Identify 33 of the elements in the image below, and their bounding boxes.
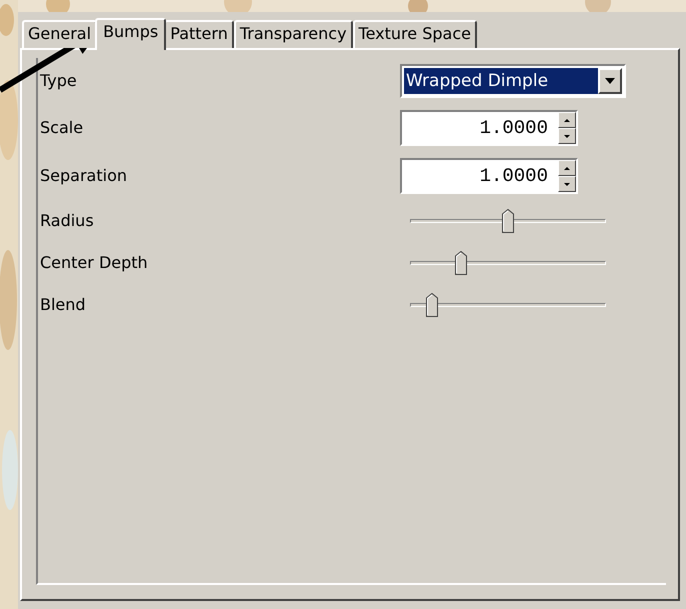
slider[interactable] <box>410 249 606 277</box>
dropdown-arrow-button[interactable] <box>598 68 622 94</box>
field-label: Separation <box>39 165 128 187</box>
slider-thumb[interactable] <box>502 209 514 233</box>
dropdown-value: Wrapped Dimple <box>404 68 598 94</box>
tab[interactable]: Transparency <box>234 20 353 48</box>
spin-down-button[interactable] <box>558 176 576 192</box>
tab[interactable]: Bumps <box>95 18 166 50</box>
slider-thumb[interactable] <box>454 251 467 275</box>
spinner-value: 1.0000 <box>478 116 549 141</box>
up-arrow-icon <box>564 118 570 122</box>
field-label: Blend <box>39 294 87 316</box>
tab[interactable]: General <box>22 20 98 48</box>
spin-down-button[interactable] <box>558 128 576 144</box>
spin-up-button[interactable] <box>558 112 576 128</box>
slider[interactable] <box>410 291 606 319</box>
number-spinner[interactable]: 1.0000 <box>400 158 578 194</box>
field-label: Radius <box>39 210 95 232</box>
slider[interactable] <box>410 207 606 235</box>
number-spinner[interactable]: 1.0000 <box>400 110 578 146</box>
caret-down-icon <box>605 78 615 84</box>
spinner-value: 1.0000 <box>478 164 549 189</box>
tab[interactable]: Texture Space <box>352 20 477 48</box>
type-dropdown[interactable]: Wrapped Dimple <box>400 64 626 98</box>
up-arrow-icon <box>564 166 570 170</box>
spin-up-button[interactable] <box>558 160 576 176</box>
down-arrow-icon <box>564 134 570 138</box>
field-label: Center Depth <box>39 252 149 274</box>
down-arrow-icon <box>564 182 570 186</box>
tab[interactable]: Pattern <box>164 20 234 48</box>
field-label: Type <box>39 70 78 92</box>
field-label: Scale <box>39 117 84 139</box>
slider-thumb[interactable] <box>426 293 438 317</box>
